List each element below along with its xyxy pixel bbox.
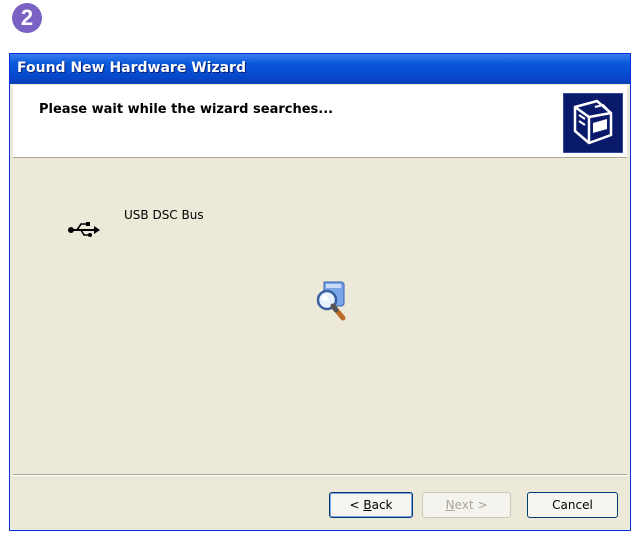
wizard-window: Found New Hardware Wizard Please wait wh… [9, 53, 631, 531]
hardware-wizard-icon [563, 93, 623, 153]
footer-divider [13, 474, 627, 476]
usb-icon [68, 222, 100, 237]
cancel-button[interactable]: Cancel [527, 492, 618, 518]
search-magnifier-icon [316, 281, 346, 321]
window-title: Found New Hardware Wizard [17, 60, 246, 76]
device-name-label: USB DSC Bus [124, 208, 204, 222]
next-label-rest: ext > [454, 498, 488, 512]
back-prefix: < [349, 498, 364, 512]
back-accelerator: B [363, 498, 372, 512]
next-button[interactable]: Next > [422, 492, 511, 518]
wizard-header: Please wait while the wizard searches... [13, 85, 627, 158]
header-title: Please wait while the wizard searches... [39, 102, 334, 117]
next-accelerator: N [445, 498, 455, 512]
title-bar[interactable]: Found New Hardware Wizard [10, 54, 630, 84]
back-label-rest: ack [371, 498, 393, 512]
step-number-badge: 2 [12, 3, 42, 33]
back-button[interactable]: < Back [329, 492, 413, 518]
